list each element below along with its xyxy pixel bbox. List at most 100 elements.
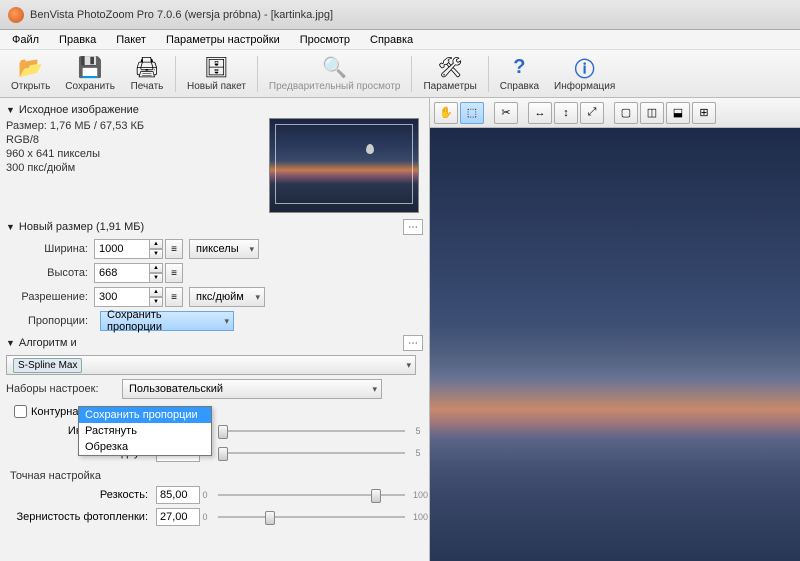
height-down[interactable]: ▼: [149, 273, 163, 283]
app-logo-icon: [8, 7, 24, 23]
view-split-v[interactable]: ⬓: [666, 102, 690, 124]
grain-label: Зернистость фотопленки:: [6, 511, 156, 523]
radius-slider[interactable]: [218, 444, 405, 462]
crop-icon: ✂: [501, 106, 510, 119]
width-lock-button[interactable]: ≡: [165, 239, 183, 259]
algo-select[interactable]: S-Spline Max: [6, 355, 416, 375]
fit-width[interactable]: ↔: [528, 102, 552, 124]
database-icon: 🗄: [204, 56, 228, 80]
params-button[interactable]: 🛠Параметры: [416, 52, 483, 96]
height-input[interactable]: [94, 263, 150, 283]
folder-open-icon: 📂: [19, 56, 43, 80]
fine-header: Точная настройка: [10, 470, 423, 482]
width-up[interactable]: ▲: [149, 239, 163, 249]
proportions-dropdown: Сохранить пропорции Растянуть Обрезка: [78, 406, 212, 456]
crop-tool[interactable]: ✂: [494, 102, 518, 124]
marquee-tool[interactable]: ⬚: [460, 102, 484, 124]
source-dpi: 300 пкс/дюйм: [6, 162, 269, 174]
arrows-v-icon: ↕: [563, 107, 569, 119]
proportions-select[interactable]: Сохранить пропорции: [100, 311, 234, 331]
titlebar: BenVista PhotoZoom Pro 7.0.6 (wersja pró…: [0, 0, 800, 30]
width-unit-select[interactable]: пикселы: [189, 239, 259, 259]
menu-file[interactable]: Файл: [4, 32, 47, 48]
collapse-icon: ▼: [6, 105, 15, 115]
info-icon: ⓘ: [573, 56, 597, 80]
toolbar: 📂Открыть 💾Сохранить 🖨Печать 🗄Новый пакет…: [0, 50, 800, 98]
save-button[interactable]: 💾Сохранить: [58, 52, 122, 96]
width-label: Ширина:: [6, 243, 94, 255]
open-button[interactable]: 📂Открыть: [4, 52, 57, 96]
source-size: Размер: 1,76 МБ / 67,53 КБ: [6, 120, 269, 132]
source-header[interactable]: ▼Исходное изображение: [6, 104, 423, 116]
left-panel: ▼Исходное изображение Размер: 1,76 МБ / …: [0, 98, 430, 561]
prop-option-stretch[interactable]: Растянуть: [79, 423, 211, 439]
source-dims: 960 x 641 пикселы: [6, 148, 269, 160]
source-mode: RGB/8: [6, 134, 269, 146]
newsize-header[interactable]: ▼Новый размер (1,91 МБ)⋯: [6, 219, 423, 235]
view-split-h[interactable]: ◫: [640, 102, 664, 124]
menu-view[interactable]: Просмотр: [292, 32, 358, 48]
menu-batch[interactable]: Пакет: [108, 32, 154, 48]
res-label: Разрешение:: [6, 291, 94, 303]
view-single[interactable]: ▢: [614, 102, 638, 124]
contour-checkbox[interactable]: [14, 405, 27, 418]
marquee-icon: ⬚: [467, 106, 477, 119]
new-batch-button[interactable]: 🗄Новый пакет: [180, 52, 253, 96]
width-input[interactable]: [94, 239, 150, 259]
prop-label: Пропорции:: [6, 315, 94, 327]
prop-option-keep[interactable]: Сохранить пропорции: [79, 407, 211, 423]
menu-settings[interactable]: Параметры настройки: [158, 32, 288, 48]
arrows-h-icon: ↔: [535, 107, 546, 119]
res-down[interactable]: ▼: [149, 297, 163, 307]
presets-label: Наборы настроек:: [6, 383, 116, 395]
help-button[interactable]: ?Справка: [493, 52, 546, 96]
collapse-icon: ▼: [6, 222, 15, 232]
preview-icon: 🔍: [323, 56, 347, 80]
print-button[interactable]: 🖨Печать: [123, 52, 171, 96]
menubar: Файл Правка Пакет Параметры настройки Пр…: [0, 30, 800, 50]
algo-header[interactable]: ▼Алгоритм и⋯: [6, 335, 423, 351]
question-icon: ?: [507, 56, 531, 80]
arrows-both-icon: ⤢: [588, 106, 597, 119]
image-preview[interactable]: [430, 128, 800, 561]
window-title: BenVista PhotoZoom Pro 7.0.6 (wersja pró…: [30, 9, 333, 21]
tools-icon: 🛠: [438, 56, 462, 80]
viewer-toolbar: ✋ ⬚ ✂ ↔ ↕ ⤢ ▢ ◫ ⬓ ⊞: [430, 98, 800, 128]
printer-icon: 🖨: [135, 56, 159, 80]
height-up[interactable]: ▲: [149, 263, 163, 273]
view-quad[interactable]: ⊞: [692, 102, 716, 124]
grain-input[interactable]: [156, 508, 200, 526]
sharp-label: Резкость:: [6, 489, 156, 501]
grain-slider[interactable]: [218, 508, 405, 526]
collapse-icon: ▼: [6, 338, 15, 348]
res-up[interactable]: ▲: [149, 287, 163, 297]
sharp-slider[interactable]: [218, 486, 405, 504]
width-down[interactable]: ▼: [149, 249, 163, 259]
res-unit-select[interactable]: пкс/дюйм: [189, 287, 265, 307]
newsize-more-button[interactable]: ⋯: [403, 219, 423, 235]
sharp-input[interactable]: [156, 486, 200, 504]
fit-height[interactable]: ↕: [554, 102, 578, 124]
algo-more-button[interactable]: ⋯: [403, 335, 423, 351]
hand-icon: ✋: [439, 106, 453, 119]
presets-select[interactable]: Пользовательский: [122, 379, 382, 399]
single-pane-icon: ▢: [621, 106, 631, 119]
floppy-icon: 💾: [78, 56, 102, 80]
fit-both[interactable]: ⤢: [580, 102, 604, 124]
height-lock-button[interactable]: ≡: [165, 263, 183, 283]
preview-button: 🔍Предварительный просмотр: [262, 52, 408, 96]
menu-edit[interactable]: Правка: [51, 32, 104, 48]
viewer-pane: ✋ ⬚ ✂ ↔ ↕ ⤢ ▢ ◫ ⬓ ⊞: [430, 98, 800, 561]
info-button[interactable]: ⓘИнформация: [547, 52, 622, 96]
res-input[interactable]: [94, 287, 150, 307]
split-h-icon: ◫: [647, 106, 657, 119]
height-label: Высота:: [6, 267, 94, 279]
res-lock-button[interactable]: ≡: [165, 287, 183, 307]
hand-tool[interactable]: ✋: [434, 102, 458, 124]
menu-help[interactable]: Справка: [362, 32, 421, 48]
source-thumbnail[interactable]: [269, 118, 419, 213]
intensity-slider[interactable]: [218, 422, 405, 440]
prop-option-crop[interactable]: Обрезка: [79, 439, 211, 455]
split-v-icon: ⬓: [673, 106, 683, 119]
quad-icon: ⊞: [699, 106, 708, 119]
